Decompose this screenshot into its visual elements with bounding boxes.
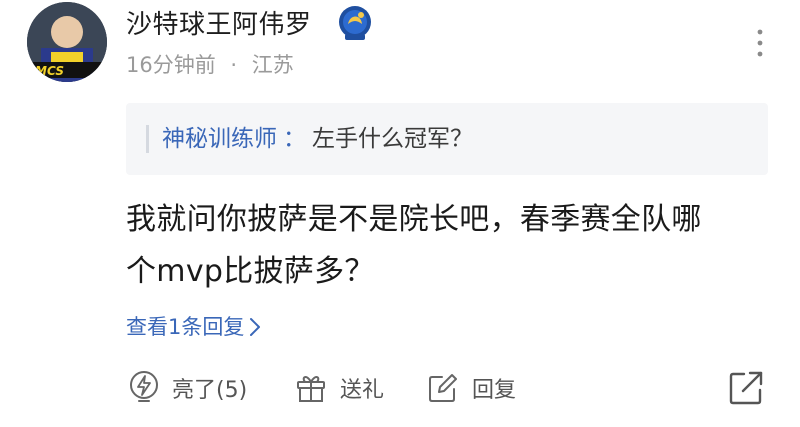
reply-label: 回复 <box>472 378 517 403</box>
share-icon <box>729 371 763 405</box>
quote-text: 神秘训练师：左手什么冠军？ <box>162 123 473 155</box>
more-options-button[interactable] <box>750 26 770 60</box>
lightning-icon <box>130 371 158 402</box>
quote-bar <box>146 125 149 153</box>
edit-icon <box>429 374 457 402</box>
share-button[interactable] <box>726 368 766 408</box>
location: 江苏 <box>251 53 294 77</box>
badge-icon <box>335 4 375 44</box>
avatar-image: MCS <box>27 2 107 82</box>
avatar[interactable]: MCS <box>27 2 107 82</box>
content-line: 个mvp比披萨多？ <box>126 254 375 289</box>
quote-separator: ： <box>283 126 306 152</box>
chevron-right-icon <box>250 318 261 336</box>
gift-icon <box>297 376 325 402</box>
gift-label: 送礼 <box>340 378 385 403</box>
more-vertical-icon <box>757 29 763 57</box>
view-replies-label: 查看1条回复 <box>126 315 245 339</box>
svg-text:MCS: MCS <box>35 64 64 78</box>
content-line: 我就问你披萨是不是院长吧，春季赛全队哪 <box>126 202 702 237</box>
like-label: 亮了(5) <box>172 378 248 403</box>
comment-meta: 16分钟前 · 江苏 <box>126 51 294 79</box>
reply-button[interactable]: 回复 <box>426 366 516 410</box>
view-replies-link[interactable]: 查看1条回复 <box>126 312 262 342</box>
timestamp: 16分钟前 <box>126 53 216 77</box>
quote-body: 左手什么冠军？ <box>312 126 473 152</box>
comment-content: 我就问你披萨是不是院长吧，春季赛全队哪 个mvp比披萨多？ <box>126 194 776 298</box>
username[interactable]: 沙特球王阿伟罗 <box>126 8 312 42</box>
quoted-comment[interactable]: 神秘训练师：左手什么冠军？ <box>126 103 768 175</box>
gift-button[interactable]: 送礼 <box>294 366 384 410</box>
like-button[interactable]: 亮了(5) <box>128 366 247 410</box>
quote-author[interactable]: 神秘训练师 <box>162 126 277 152</box>
meta-separator: · <box>230 53 238 77</box>
